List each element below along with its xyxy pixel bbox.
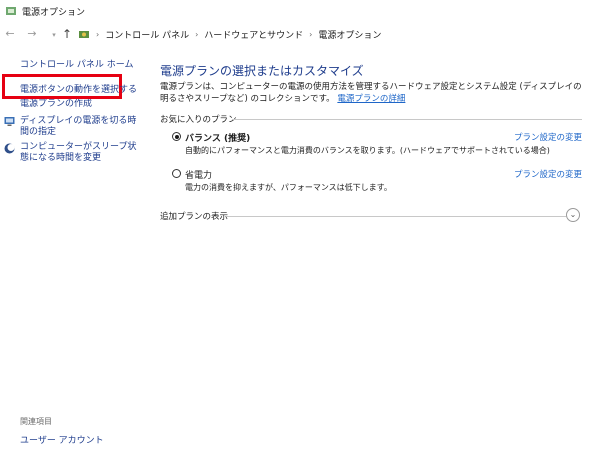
breadcrumb-separator-icon: › [309, 29, 313, 39]
plan-power-saver-name[interactable]: 省電力 [185, 168, 212, 181]
page-title: 電源プランの選択またはカスタマイズ [160, 64, 364, 78]
forward-arrow-icon[interactable]: → [25, 27, 39, 41]
control-panel-home-link[interactable]: コントロール パネル ホーム [20, 57, 133, 70]
sidebar-item-sleep-time[interactable]: コンピューターがスリープ状態になる時間を変更 [20, 142, 145, 164]
expand-chevron-icon[interactable]: ⌄ [566, 208, 580, 222]
up-arrow-icon[interactable]: ↑ [60, 27, 74, 41]
left-task-pane: コントロール パネル ホーム 電源プランの作成 電源ボタンの動作を選択する ディ… [0, 46, 150, 456]
additional-plans-heading[interactable]: 追加プランの表示 [160, 210, 228, 222]
recent-locations-chevron-icon[interactable]: ▾ [47, 28, 61, 42]
address-bar: ← → ▾ ↑ › コントロール パネル › ハードウェアとサウンド › 電源オ… [0, 22, 600, 46]
breadcrumb-separator-icon: › [195, 29, 199, 39]
title-bar: 電源オプション [0, 0, 600, 22]
breadcrumb-item-hardware-sound[interactable]: ハードウェアとサウンド [204, 28, 303, 41]
back-arrow-icon[interactable]: ← [3, 27, 17, 41]
main-content: 電源プランの選択またはカスタマイズ 電源プランは、コンピューターの電源の使用方法… [160, 46, 600, 456]
power-options-app-icon [6, 7, 16, 15]
breadcrumb-item-power-options[interactable]: 電源オプション [318, 28, 381, 41]
plan-power-saver-description: 電力の消費を抑えますが、パフォーマンスは低下します。 [185, 183, 392, 192]
sleep-moon-icon [4, 143, 15, 154]
sidebar-item-create-power-plan[interactable]: 電源プランの作成 [20, 99, 92, 110]
plan-balanced-description: 自動的にパフォーマンスと電力消費のバランスを取ります。(ハードウェアでサポートさ… [185, 146, 550, 155]
section-divider [232, 119, 582, 120]
breadcrumb-separator-icon: › [96, 29, 100, 39]
breadcrumb-item-control-panel[interactable]: コントロール パネル [105, 28, 189, 41]
sidebar-item-display-off-time[interactable]: ディスプレイの電源を切る時間の指定 [20, 116, 145, 138]
breadcrumb: › コントロール パネル › ハードウェアとサウンド › 電源オプション [78, 27, 381, 41]
plan-balanced-radio[interactable] [172, 132, 181, 141]
plan-balanced-settings-link[interactable]: プラン設定の変更 [514, 131, 582, 143]
plan-power-saver-settings-link[interactable]: プラン設定の変更 [514, 168, 582, 180]
preferred-plans-heading: お気に入りのプラン [160, 115, 237, 125]
sidebar-item-power-button-action[interactable]: 電源ボタンの動作を選択する [20, 82, 137, 95]
display-shield-icon [4, 117, 15, 126]
section-divider [226, 216, 566, 217]
plan-balanced-name[interactable]: バランス (推奨) [185, 131, 250, 144]
page-description: 電源プランは、コンピューターの電源の使用方法を管理するハードウェア設定とシステム… [160, 81, 585, 105]
plan-power-saver-radio[interactable] [172, 169, 181, 178]
user-accounts-link[interactable]: ユーザー アカウント [20, 433, 104, 446]
power-plan-details-link[interactable]: 電源プランの詳細 [337, 94, 405, 104]
control-panel-icon [79, 31, 89, 38]
window-title: 電源オプション [22, 8, 86, 18]
related-items-heading: 関連項目 [20, 417, 52, 426]
highlight-box: 電源ボタンの動作を選択する [2, 74, 137, 99]
